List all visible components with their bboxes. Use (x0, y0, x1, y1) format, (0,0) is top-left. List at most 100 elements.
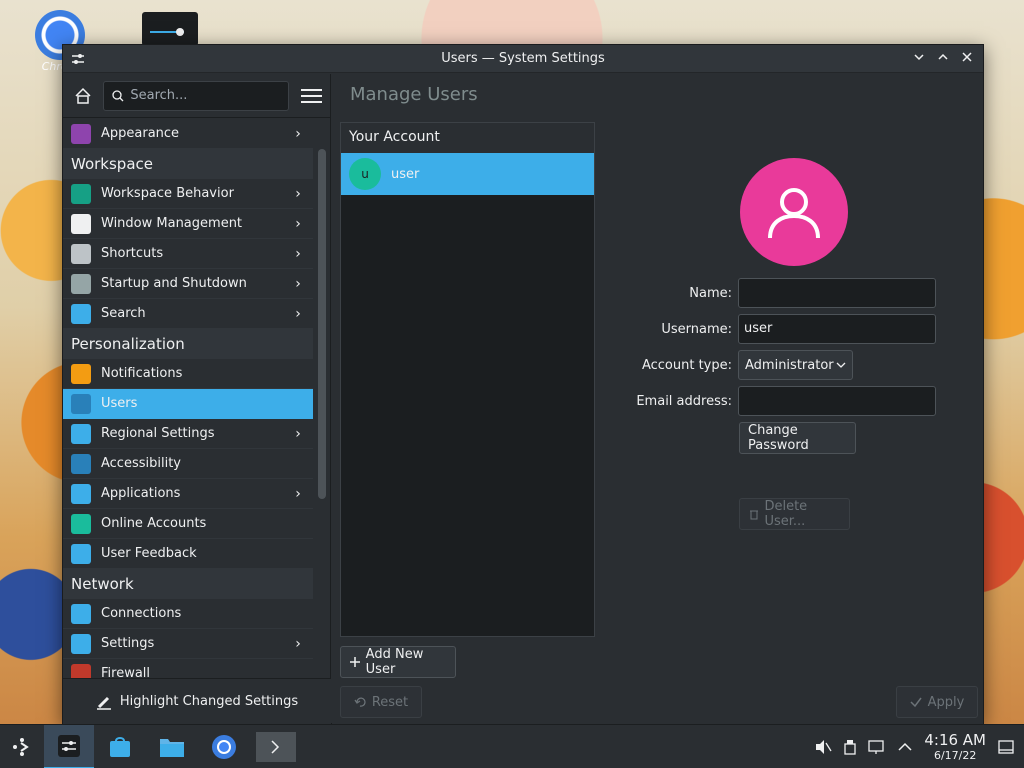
undo-icon (354, 697, 366, 707)
sidebar-item-label: Online Accounts (101, 516, 207, 531)
sidebar-item-window-management[interactable]: Window Management › (63, 209, 313, 239)
sidebar-item-users[interactable]: Users (63, 389, 313, 419)
terminal-icon (256, 731, 296, 762)
sidebar-item-firewall[interactable]: Firewall (63, 659, 313, 679)
sidebar-item-label: Users (101, 396, 138, 411)
sidebar-item-label: Settings (101, 636, 155, 651)
sidebar: Appearance›WorkspaceWorkspace Behavior›W… (63, 74, 331, 724)
application-launcher[interactable] (0, 725, 44, 768)
apply-label: Apply (927, 694, 965, 710)
close-icon (962, 52, 972, 62)
sidebar-item-regional-settings[interactable]: Regional Settings › (63, 419, 313, 449)
hamburger-menu-button[interactable] (301, 85, 322, 107)
name-field[interactable] (738, 278, 936, 308)
launcher-icon (13, 737, 29, 756)
chevron-up-icon (938, 53, 948, 60)
sidebar-item-shortcuts[interactable]: Shortcuts › (63, 239, 313, 269)
email-label: Email address: (636, 393, 732, 409)
chevron-right-icon: › (295, 215, 301, 232)
name-label: Name: (689, 285, 732, 301)
sidebar-scrollbar[interactable] (318, 149, 326, 499)
volume-muted-icon[interactable] (814, 739, 832, 755)
sidebar-item-label: User Feedback (101, 546, 197, 561)
sidebar-item-connections[interactable]: Connections (63, 599, 313, 629)
sidebar-category: Personalization (63, 329, 313, 359)
home-button[interactable] (71, 83, 95, 109)
sidebar-item-label: Search (101, 306, 146, 321)
window-title: Users — System Settings (441, 51, 605, 66)
sidebar-item-label: Window Management (101, 216, 243, 231)
search-icon (112, 89, 124, 101)
chevron-down-icon (836, 362, 846, 368)
username-field[interactable]: user (738, 314, 936, 344)
sidebar-item-notifications[interactable]: Notifications (63, 359, 313, 389)
folder-icon (160, 738, 184, 757)
keyboard-icon (71, 243, 91, 264)
sidebar-item-accessibility[interactable]: Accessibility (63, 449, 313, 479)
clock[interactable]: 4:16 AM 6/17/22 (924, 733, 986, 762)
chevron-right-icon: › (295, 185, 301, 202)
add-new-user-button[interactable]: Add New User (340, 646, 456, 678)
pencil-icon (96, 696, 111, 710)
sidebar-item-online-accounts[interactable]: Online Accounts (63, 509, 313, 539)
sidebar-item-settings[interactable]: Settings › (63, 629, 313, 659)
sidebar-item-label: Startup and Shutdown (101, 276, 247, 291)
network-settings-icon (71, 633, 91, 654)
regional-icon (71, 423, 91, 444)
users-icon (71, 393, 91, 414)
taskbar-browser[interactable] (198, 725, 250, 768)
connections-icon (71, 603, 91, 624)
reset-label: Reset (371, 694, 409, 710)
sidebar-list: Appearance › Workspace Workspace Behavior › W… (63, 119, 313, 679)
user-name-label: user (391, 166, 420, 182)
account-type-select[interactable]: Administrator (738, 350, 853, 380)
sidebar-item-label: Regional Settings (101, 426, 215, 441)
close-button[interactable] (957, 49, 977, 69)
sidebar-item-workspace-behavior[interactable]: Workspace Behavior › (63, 179, 313, 209)
change-password-button[interactable]: Change Password (739, 422, 856, 454)
desktop-widget[interactable] (142, 12, 198, 46)
highlight-changed-button[interactable]: Highlight Changed Settings (63, 678, 331, 724)
system-settings-window: Users — System Settings Search... Appear… (62, 44, 984, 724)
settings-app-icon[interactable] (71, 52, 85, 66)
reset-button[interactable]: Reset (340, 686, 422, 718)
profile-avatar-button[interactable] (740, 158, 848, 266)
sidebar-item-label: Appearance (101, 126, 180, 141)
network-icon[interactable] (868, 739, 886, 755)
taskbar-discover[interactable] (94, 725, 146, 768)
accessibility-icon (71, 453, 91, 474)
taskbar-system-settings[interactable] (44, 724, 94, 768)
show-desktop-icon[interactable] (998, 739, 1014, 755)
page-title: Manage Users (350, 84, 478, 105)
chevron-up-icon[interactable] (898, 742, 912, 752)
search-input[interactable] (130, 88, 281, 103)
sidebar-item-label: Shortcuts (101, 246, 164, 261)
search-field[interactable] (103, 80, 290, 111)
email-field[interactable] (738, 386, 936, 416)
user-list-item[interactable]: u user (341, 153, 594, 195)
sidebar-item-appearance[interactable]: Appearance › (63, 119, 313, 149)
minimize-button[interactable] (909, 49, 929, 69)
delete-user-button[interactable]: Delete User... (739, 498, 850, 530)
taskbar-file-manager[interactable] (146, 725, 198, 768)
settings-icon (58, 734, 80, 757)
sidebar-item-user-feedback[interactable]: User Feedback (63, 539, 313, 569)
chevron-right-icon: › (295, 425, 301, 442)
store-icon (110, 736, 130, 757)
chevron-right-icon: › (295, 275, 301, 292)
sidebar-category: Workspace (63, 149, 313, 179)
search-icon (71, 303, 91, 324)
sidebar-item-startup-and-shutdown[interactable]: Startup and Shutdown › (63, 269, 313, 299)
plus-icon (350, 657, 360, 667)
apply-button[interactable]: Apply (896, 686, 978, 718)
sidebar-item-search[interactable]: Search › (63, 299, 313, 329)
taskbar-terminal[interactable] (250, 725, 302, 768)
system-tray: 4:16 AM 6/17/22 (814, 725, 1024, 768)
sidebar-item-applications[interactable]: Applications › (63, 479, 313, 509)
maximize-button[interactable] (933, 49, 953, 69)
usb-device-icon[interactable] (844, 739, 856, 755)
chevron-down-icon (914, 54, 924, 61)
workspace-behavior-icon (71, 183, 91, 204)
change-password-label: Change Password (748, 423, 809, 453)
title-bar[interactable]: Users — System Settings (63, 45, 983, 73)
